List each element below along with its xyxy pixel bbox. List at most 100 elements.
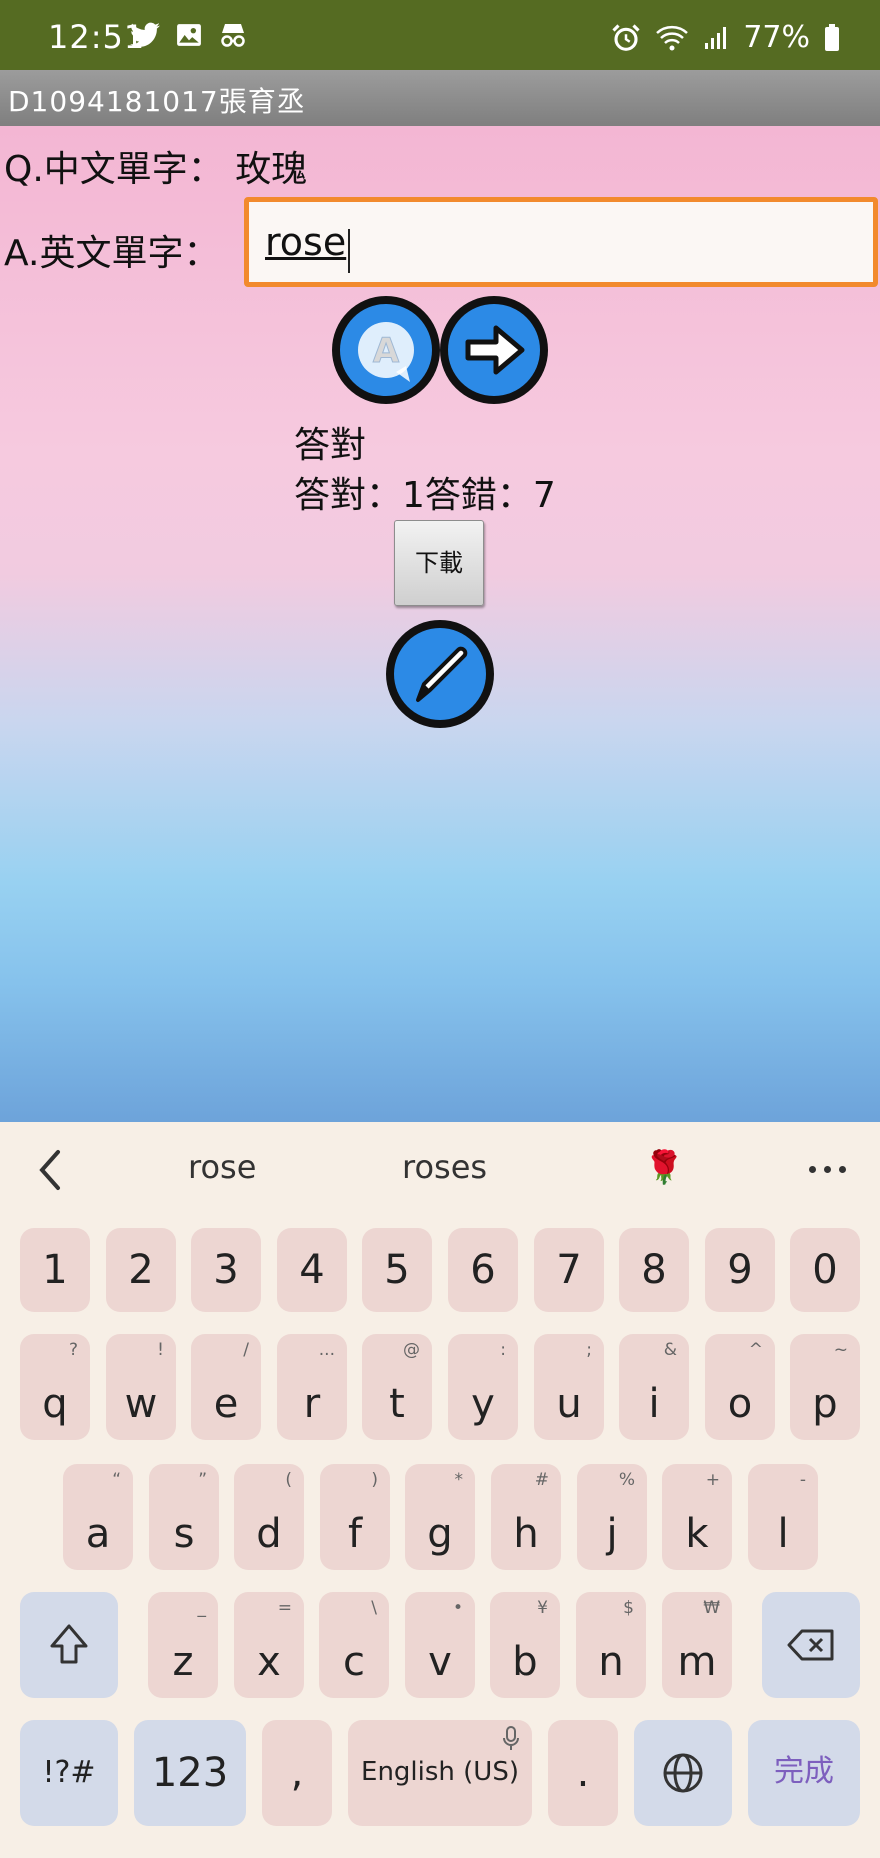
suggestion-1[interactable]: rose: [188, 1148, 256, 1186]
key-v[interactable]: • v: [405, 1592, 475, 1698]
key-m-label: m: [677, 1639, 717, 1685]
key-r-hint: ...: [318, 1340, 335, 1360]
result-text: 答對: [294, 425, 367, 466]
quiz-screen: Q.中文單字： 玫瑰 A.英文單字： rose A 答對 答對：1答錯：7 下載: [0, 126, 880, 1122]
hint-button[interactable]: A: [332, 296, 440, 404]
key-i[interactable]: & i: [619, 1334, 689, 1440]
symbols-key-label: !?#: [42, 1755, 96, 1790]
key-m[interactable]: ₩ m: [662, 1592, 732, 1698]
key-digit-6[interactable]: 6: [448, 1228, 518, 1312]
key-b-hint: ¥: [537, 1598, 548, 1618]
space-key-label: English (US): [361, 1757, 519, 1787]
suggestion-3[interactable]: 🌹: [644, 1148, 684, 1186]
key-o-hint: ^: [748, 1340, 763, 1360]
key-q[interactable]: ? q: [20, 1334, 90, 1440]
key-v-label: v: [428, 1639, 452, 1685]
numbers-key[interactable]: 123: [134, 1720, 246, 1826]
key-y[interactable]: :y: [448, 1334, 518, 1440]
key-n-hint: $: [623, 1598, 634, 1618]
key-u[interactable]: ; u: [534, 1334, 604, 1440]
key-o[interactable]: ^ o: [705, 1334, 775, 1440]
key-t[interactable]: @ t: [362, 1334, 432, 1440]
answer-input[interactable]: rose: [244, 197, 878, 287]
key-g[interactable]: * g: [405, 1464, 475, 1570]
key-a[interactable]: “a: [63, 1464, 133, 1570]
key-digit-8[interactable]: 8: [619, 1228, 689, 1312]
comma-key[interactable]: ,: [262, 1720, 332, 1826]
key-k-label: k: [685, 1511, 709, 1557]
done-key-label: 完成: [774, 1754, 834, 1789]
key-t-label: t: [389, 1381, 405, 1427]
chevron-left-icon[interactable]: [34, 1146, 64, 1194]
key-digit-3[interactable]: 3: [191, 1228, 261, 1312]
app-title-bar: D1094181017張育丞: [0, 70, 880, 126]
key-o-label: o: [727, 1381, 753, 1427]
key-q-label: q: [42, 1381, 68, 1427]
edit-button[interactable]: [386, 620, 494, 728]
key-digit-4[interactable]: 4: [277, 1228, 347, 1312]
key-h[interactable]: # h: [491, 1464, 561, 1570]
question-word: 玫瑰: [235, 149, 308, 190]
done-key[interactable]: 完成: [748, 1720, 860, 1826]
key-a-hint: “: [112, 1470, 121, 1490]
svg-text:A: A: [373, 331, 400, 371]
key-f[interactable]: ) f: [320, 1464, 390, 1570]
key-digit-0[interactable]: 0: [790, 1228, 860, 1312]
key-p[interactable]: ~ p: [790, 1334, 860, 1440]
backspace-key[interactable]: [762, 1592, 860, 1698]
key-digit-5-label: 5: [384, 1247, 410, 1293]
key-n-label: n: [598, 1639, 624, 1685]
key-digit-9[interactable]: 9: [705, 1228, 775, 1312]
key-w-label: w: [124, 1381, 158, 1427]
language-key[interactable]: [634, 1720, 732, 1826]
key-z[interactable]: _ z: [148, 1592, 218, 1698]
key-x-hint: =: [277, 1598, 292, 1618]
key-g-hint: *: [454, 1470, 464, 1490]
key-digit-1[interactable]: 1: [20, 1228, 90, 1312]
more-options-icon[interactable]: [809, 1166, 846, 1173]
alarm-icon: [612, 23, 640, 51]
key-digit-7[interactable]: 7: [534, 1228, 604, 1312]
key-s-label: s: [173, 1511, 195, 1557]
key-digit-4-label: 4: [299, 1247, 325, 1293]
key-i-label: i: [648, 1381, 660, 1427]
period-key[interactable]: .: [548, 1720, 618, 1826]
key-n[interactable]: $ n: [576, 1592, 646, 1698]
key-j[interactable]: % j: [577, 1464, 647, 1570]
key-h-hint: #: [534, 1470, 549, 1490]
key-w[interactable]: ! w: [106, 1334, 176, 1440]
key-e[interactable]: / e: [191, 1334, 261, 1440]
key-digit-2[interactable]: 2: [106, 1228, 176, 1312]
space-key[interactable]: English (US): [348, 1720, 532, 1826]
key-c-label: c: [343, 1639, 365, 1685]
key-y-hint: :: [500, 1340, 506, 1360]
question-row: Q.中文單字： 玫瑰: [4, 140, 307, 192]
key-d[interactable]: (d: [234, 1464, 304, 1570]
key-digit-9-label: 9: [727, 1247, 753, 1293]
key-c[interactable]: \ c: [319, 1592, 389, 1698]
key-z-hint: _: [197, 1598, 207, 1618]
key-d-label: d: [256, 1511, 282, 1557]
symbols-key[interactable]: !?#: [20, 1720, 118, 1826]
key-l[interactable]: -l: [748, 1464, 818, 1570]
pen-icon: [416, 646, 468, 702]
status-bar: 12:51 77%: [0, 0, 880, 70]
key-digit-8-label: 8: [641, 1247, 667, 1293]
backspace-icon: [787, 1629, 834, 1661]
next-button[interactable]: [440, 296, 548, 404]
key-k-hint: +: [705, 1470, 720, 1490]
download-button[interactable]: 下載: [394, 520, 484, 606]
image-icon: [177, 24, 201, 46]
key-digit-5[interactable]: 5: [362, 1228, 432, 1312]
key-b[interactable]: ¥ b: [490, 1592, 560, 1698]
key-x[interactable]: = x: [234, 1592, 304, 1698]
key-s[interactable]: ” s: [149, 1464, 219, 1570]
key-r[interactable]: ... r: [277, 1334, 347, 1440]
key-digit-1-label: 1: [42, 1247, 68, 1293]
key-k[interactable]: + k: [662, 1464, 732, 1570]
globe-icon: [663, 1753, 703, 1793]
numbers-key-label: 123: [151, 1750, 229, 1796]
shift-key[interactable]: [20, 1592, 118, 1698]
key-digit-7-label: 7: [556, 1247, 582, 1293]
suggestion-2[interactable]: roses: [402, 1148, 487, 1186]
